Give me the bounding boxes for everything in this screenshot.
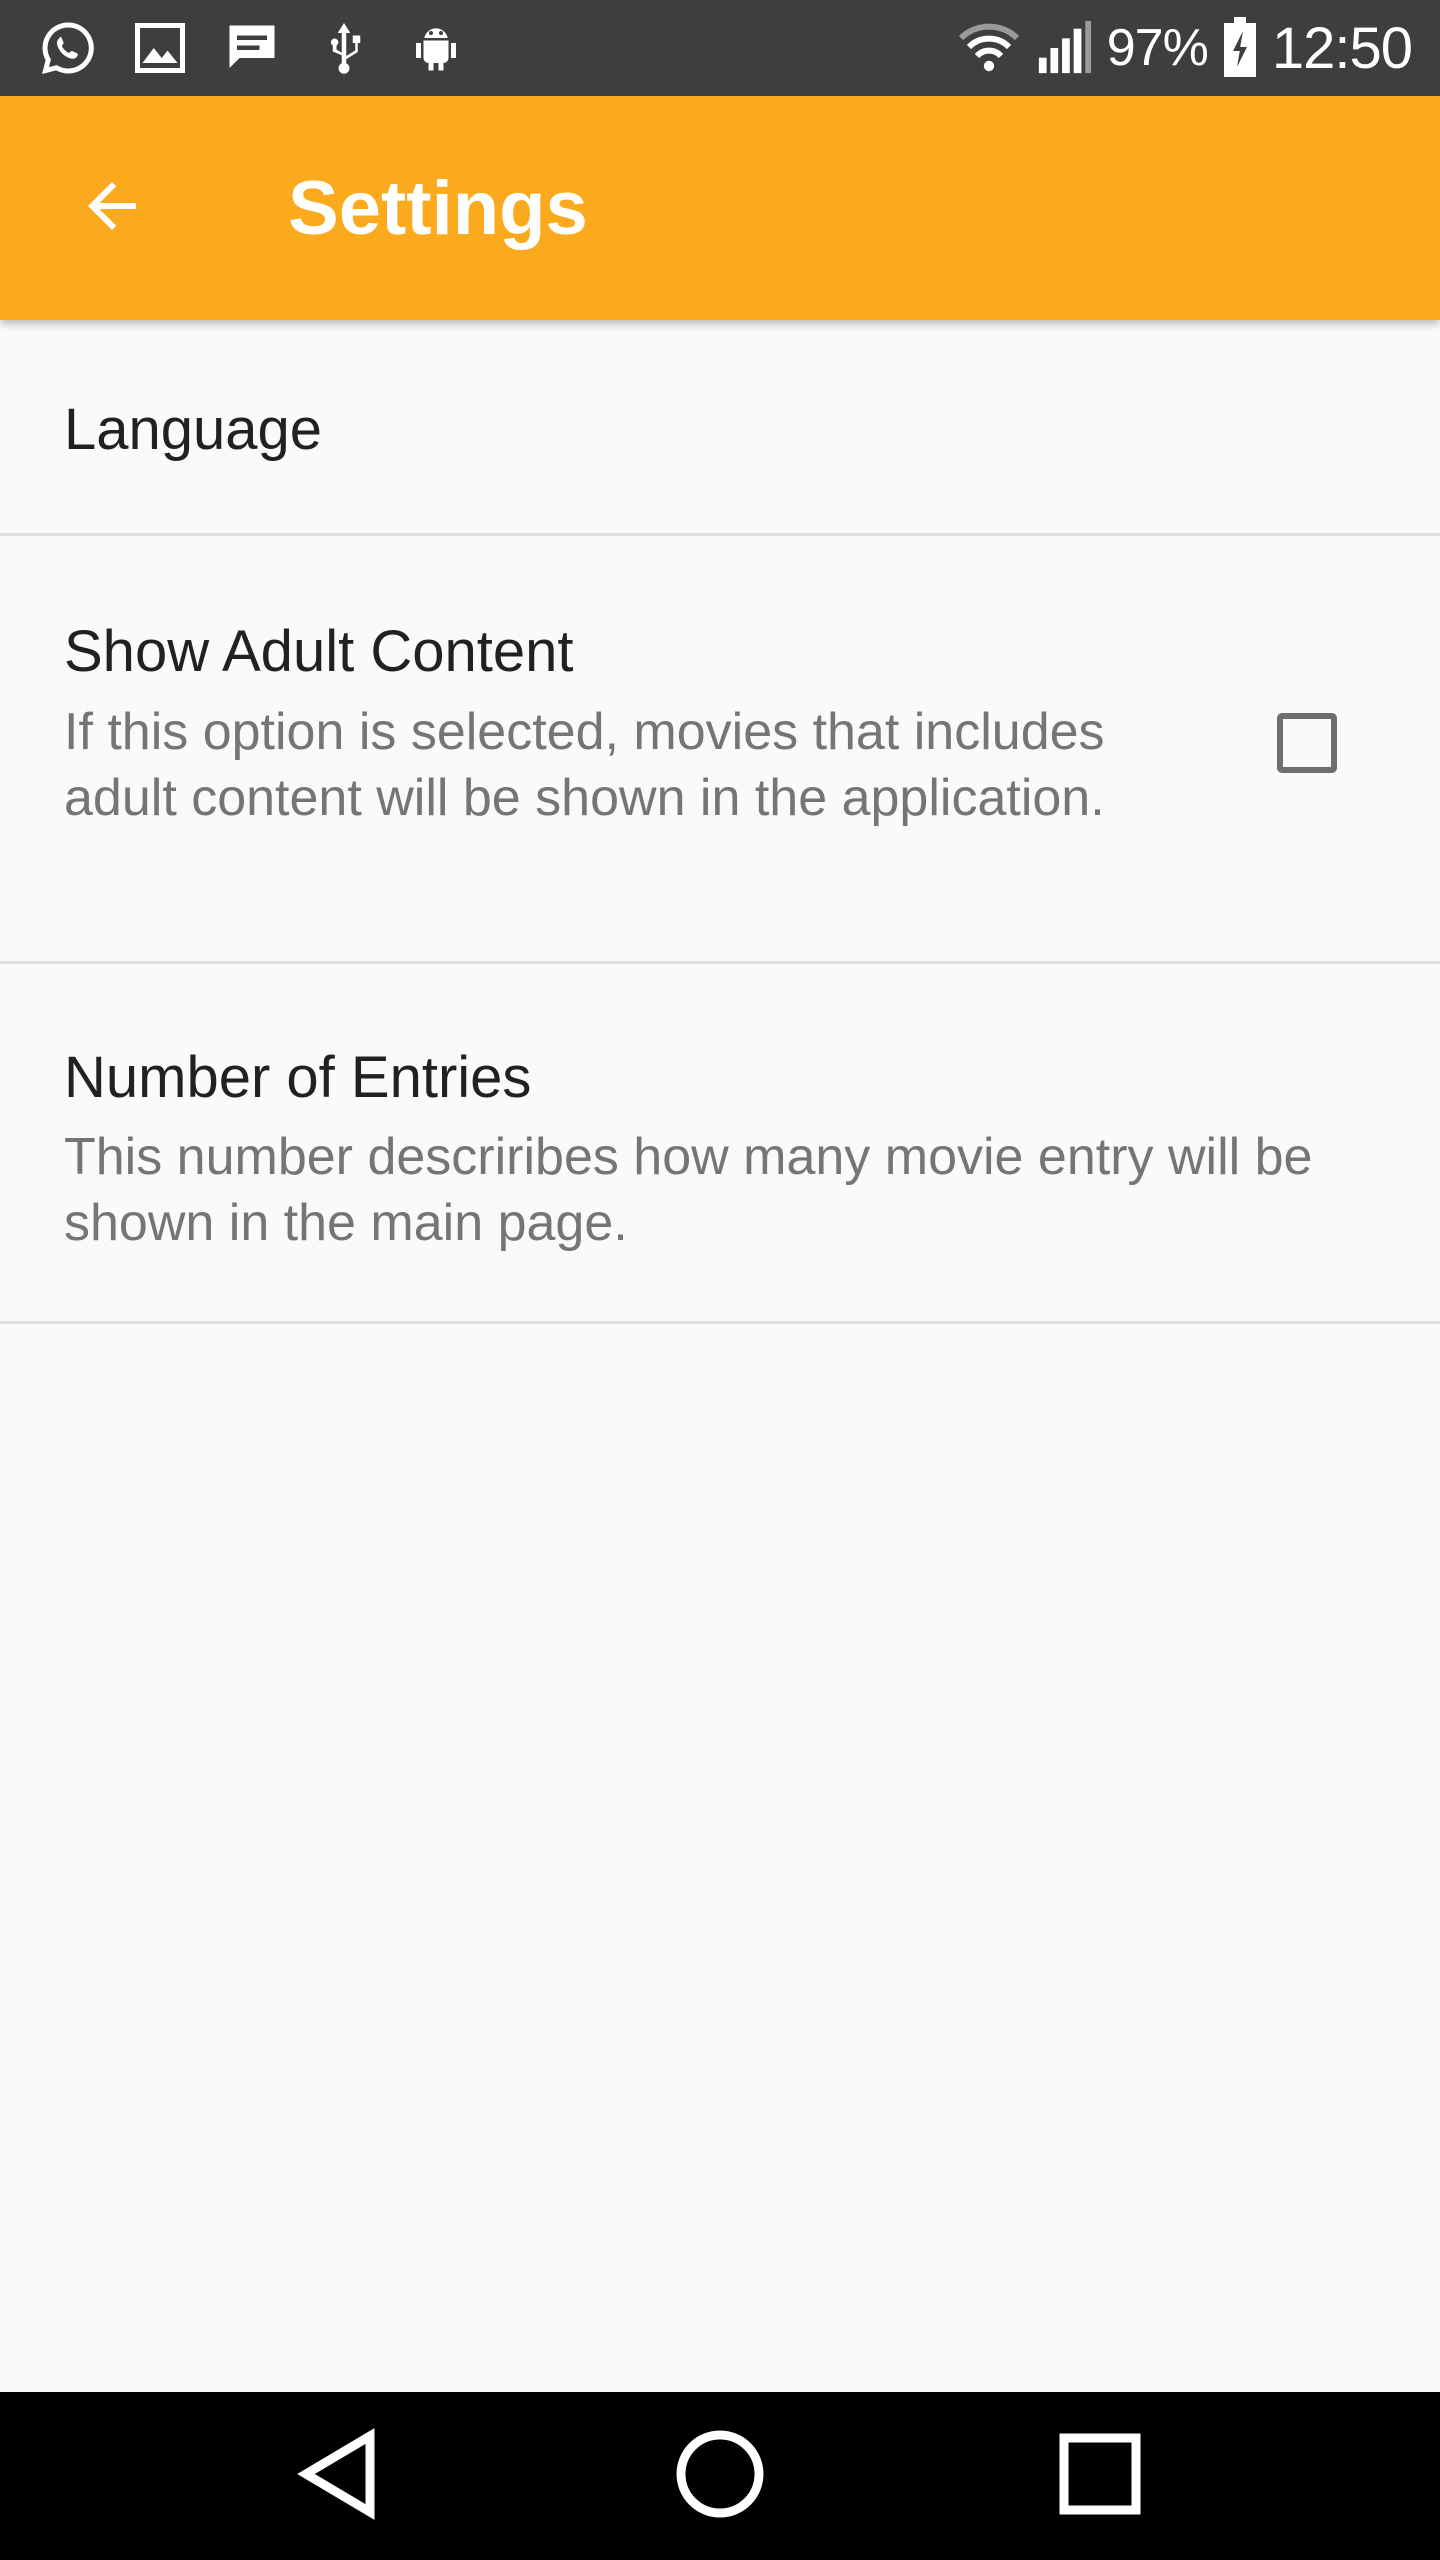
preference-title: Show Adult Content <box>64 619 574 684</box>
nav-home-button[interactable] <box>670 2426 770 2526</box>
home-circle-icon <box>670 2424 770 2529</box>
back-triangle-icon <box>290 2424 390 2529</box>
battery-percentage: 97% <box>1106 19 1209 77</box>
back-button[interactable] <box>56 152 168 264</box>
nav-recents-button[interactable] <box>1050 2426 1150 2526</box>
preference-list: Language Show Adult Content If this opti… <box>0 320 1440 1324</box>
wifi-icon <box>957 20 1021 76</box>
image-icon <box>128 16 192 80</box>
system-status: 97% 12:50 <box>957 0 1413 96</box>
preference-show-adult-content[interactable]: Show Adult Content If this option is sel… <box>0 536 1440 964</box>
arrow-back-icon <box>76 170 148 247</box>
clock: 12:50 <box>1271 15 1413 81</box>
battery-charging-icon <box>1222 17 1258 79</box>
preference-language[interactable]: Language <box>0 320 1440 536</box>
preference-summary: If this option is selected, movies that … <box>64 703 1105 827</box>
message-icon <box>220 16 284 80</box>
app-bar: Settings <box>0 96 1440 320</box>
navigation-bar <box>0 2392 1440 2560</box>
preference-title: Language <box>64 397 323 462</box>
signal-icon <box>1035 19 1093 77</box>
whatsapp-icon <box>36 16 100 80</box>
preference-summary: This number descriribes how many movie e… <box>64 1128 1313 1252</box>
usb-icon <box>312 16 376 80</box>
preference-title: Number of Entries <box>64 1045 532 1110</box>
status-bar: 97% 12:50 <box>0 0 1440 96</box>
android-debug-icon <box>404 16 468 80</box>
nav-back-button[interactable] <box>290 2426 390 2526</box>
page-title: Settings <box>288 165 588 251</box>
preference-number-of-entries[interactable]: Number of Entries This number descriribe… <box>0 964 1440 1324</box>
notification-icons <box>36 0 468 96</box>
adult-content-checkbox[interactable] <box>1277 713 1337 773</box>
recents-square-icon <box>1050 2424 1150 2529</box>
